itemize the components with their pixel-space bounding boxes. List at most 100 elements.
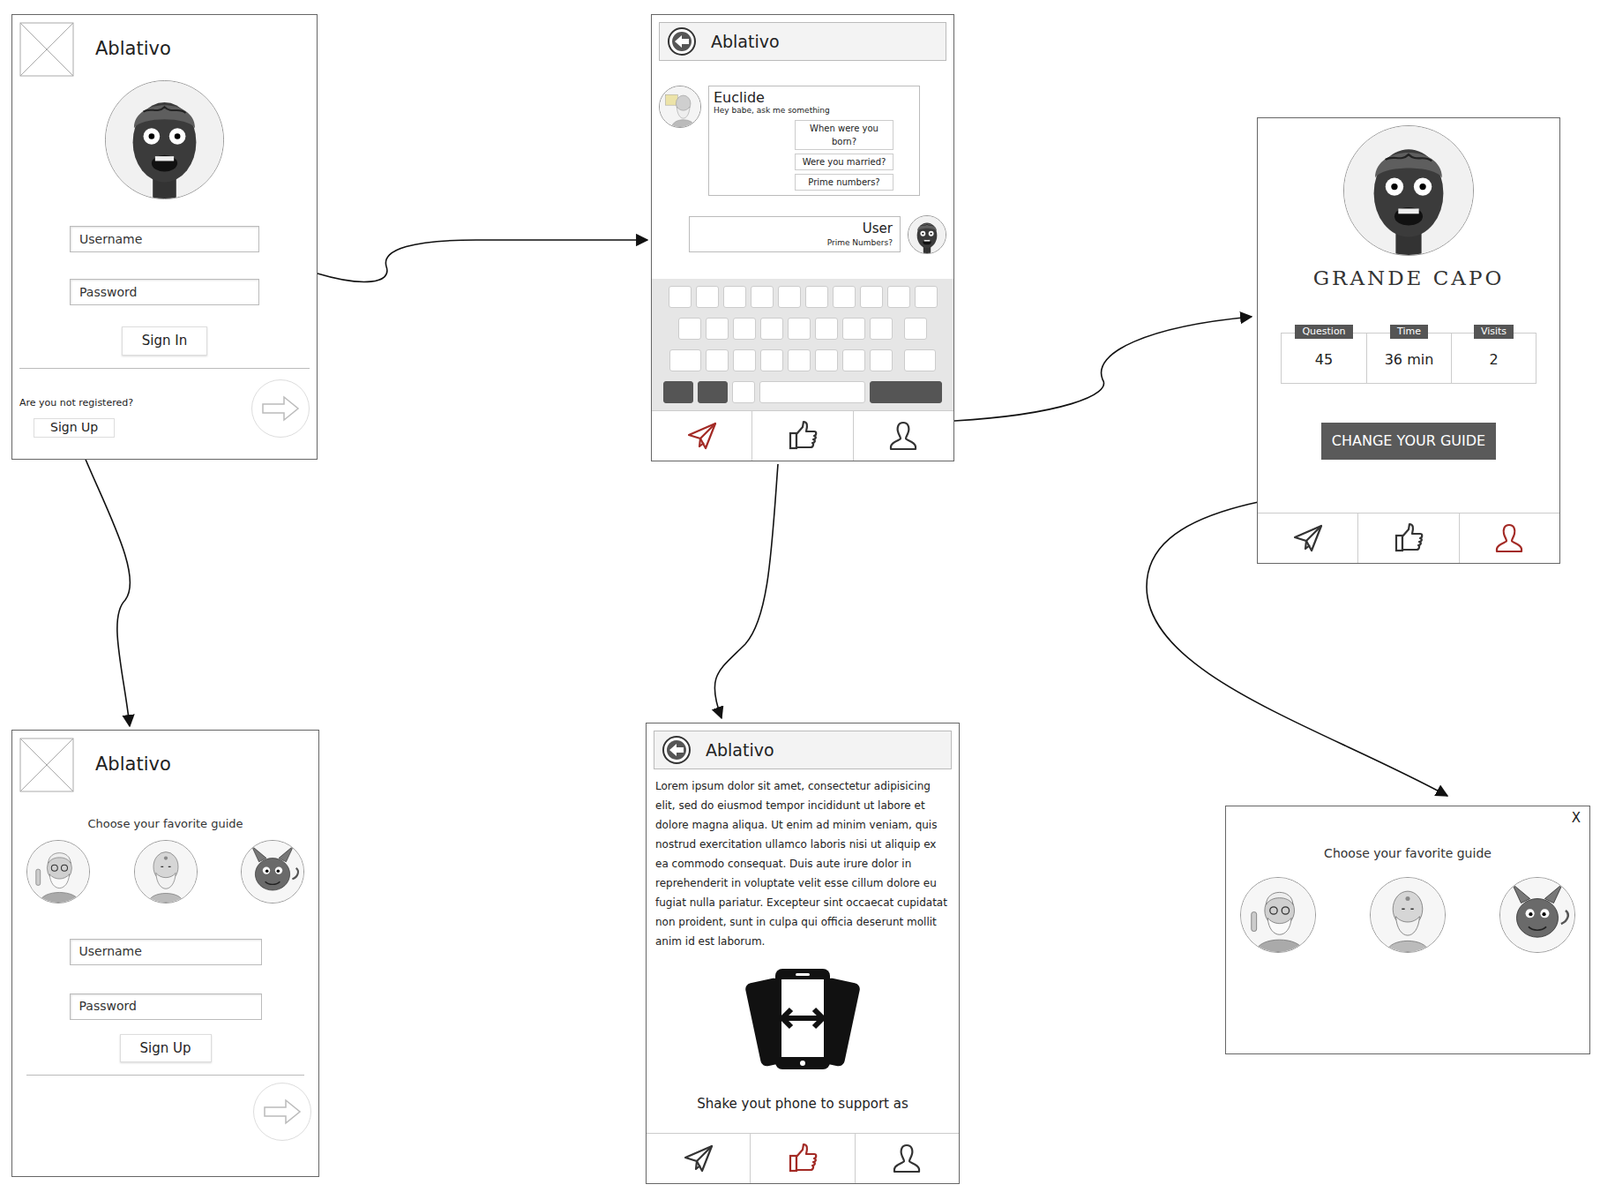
key[interactable] [904, 349, 936, 372]
guide-avatar[interactable] [26, 839, 90, 904]
guide-avatar[interactable] [1240, 876, 1316, 953]
key[interactable] [705, 317, 729, 340]
image-placeholder-icon [19, 737, 75, 793]
password-field[interactable] [69, 993, 262, 1020]
sign-up-button[interactable]: Sign Up [33, 418, 115, 438]
key[interactable] [805, 285, 829, 308]
suggestion-list: When were you born? Were you married? Prim… [713, 119, 915, 191]
tab[interactable] [646, 1133, 750, 1183]
tab[interactable] [749, 1133, 854, 1183]
key[interactable] [760, 349, 784, 372]
suggestion-button[interactable]: When were you born? [794, 119, 894, 150]
tab[interactable] [1257, 513, 1358, 563]
key[interactable] [859, 285, 883, 308]
tab[interactable] [751, 411, 853, 461]
stat-cell: Visits2 [1450, 333, 1536, 384]
key[interactable] [695, 285, 719, 308]
profile-icon [887, 419, 920, 452]
key[interactable] [832, 285, 856, 308]
next-icon[interactable] [253, 1082, 312, 1141]
avatar [104, 80, 225, 200]
key[interactable] [732, 349, 756, 372]
key[interactable] [814, 349, 838, 372]
key[interactable] [777, 285, 801, 308]
password-field[interactable] [69, 278, 260, 306]
space-key[interactable] [759, 381, 866, 404]
guide-prompt: Choose your favorite guide [1226, 844, 1590, 863]
key[interactable] [787, 349, 811, 372]
flow-arrow [714, 463, 778, 718]
guide-popup: X Choose your favorite guide [1225, 805, 1591, 1055]
key[interactable] [750, 285, 774, 308]
tab[interactable] [1458, 513, 1560, 563]
login-screen: Ablativo Sign In Are you not registered?… [11, 14, 318, 460]
close-button[interactable]: X [1562, 806, 1590, 825]
guide-avatar[interactable] [1369, 876, 1446, 953]
tab-bar [1257, 512, 1560, 563]
key[interactable] [663, 381, 694, 404]
keyboard-row [658, 285, 947, 308]
guide-avatar[interactable] [134, 839, 198, 904]
flow-arrow [317, 239, 648, 282]
keyboard[interactable] [651, 278, 954, 411]
tab[interactable] [651, 411, 752, 461]
profile-icon [890, 1142, 923, 1174]
back-icon[interactable] [666, 26, 697, 57]
flow-arrow [73, 428, 130, 726]
keyboard-row [658, 381, 947, 404]
send-icon [1292, 522, 1324, 554]
stat-label: Question [1294, 324, 1353, 340]
key[interactable] [887, 285, 911, 308]
back-icon[interactable] [661, 734, 692, 765]
key[interactable] [914, 285, 938, 308]
tab[interactable] [852, 411, 954, 461]
change-guide-button[interactable]: CHANGE YOUR GUIDE [1321, 422, 1496, 460]
key[interactable] [869, 349, 893, 372]
keyboard-row [658, 349, 947, 372]
key[interactable] [669, 349, 702, 372]
bot-message: Euclide Hey babe, ask me something When … [708, 85, 920, 196]
bot-name: Euclide [713, 89, 915, 106]
profile-avatar [1343, 125, 1474, 256]
app-title: Ablativo [710, 29, 780, 55]
guide-avatar[interactable] [240, 839, 305, 904]
stats-table: Question45Time36 minVisits2 [1280, 332, 1537, 385]
user-text: Prime Numbers? [696, 238, 893, 249]
key[interactable] [904, 317, 928, 340]
key[interactable] [842, 317, 866, 340]
app-title: Ablativo [705, 737, 775, 763]
header-bar: Ablativo [658, 22, 947, 61]
key[interactable] [732, 317, 756, 340]
suggestion-button[interactable]: Prime numbers? [794, 173, 894, 191]
key[interactable] [787, 317, 811, 340]
key[interactable] [723, 285, 747, 308]
tab-bar [646, 1132, 959, 1183]
sign-in-button[interactable]: Sign In [121, 326, 208, 356]
signup-screen: Ablativo Choose your favorite guide Sign… [11, 729, 320, 1177]
key[interactable] [842, 349, 866, 372]
guide-avatar[interactable] [1499, 876, 1576, 953]
key[interactable] [760, 317, 784, 340]
user-message: User Prime Numbers? [688, 216, 901, 253]
app-title: Ablativo [95, 37, 172, 60]
image-placeholder-icon [19, 22, 75, 77]
key[interactable] [705, 349, 729, 372]
key[interactable] [668, 285, 692, 308]
key[interactable] [678, 317, 702, 340]
next-icon[interactable] [251, 379, 310, 438]
key[interactable] [732, 381, 756, 404]
shake-phone-icon [745, 964, 860, 1073]
key[interactable] [697, 381, 728, 404]
app-title: Ablativo [95, 753, 172, 776]
return-key[interactable] [869, 381, 943, 404]
sign-up-button[interactable]: Sign Up [119, 1033, 212, 1063]
tab[interactable] [854, 1133, 959, 1183]
suggestion-button[interactable]: Were you married? [794, 153, 894, 171]
key[interactable] [814, 317, 838, 340]
tab[interactable] [1357, 513, 1458, 563]
username-field[interactable] [69, 225, 260, 253]
stat-value: 45 [1315, 338, 1333, 383]
username-field[interactable] [69, 938, 262, 965]
key[interactable] [869, 317, 893, 340]
bot-avatar [658, 85, 702, 128]
